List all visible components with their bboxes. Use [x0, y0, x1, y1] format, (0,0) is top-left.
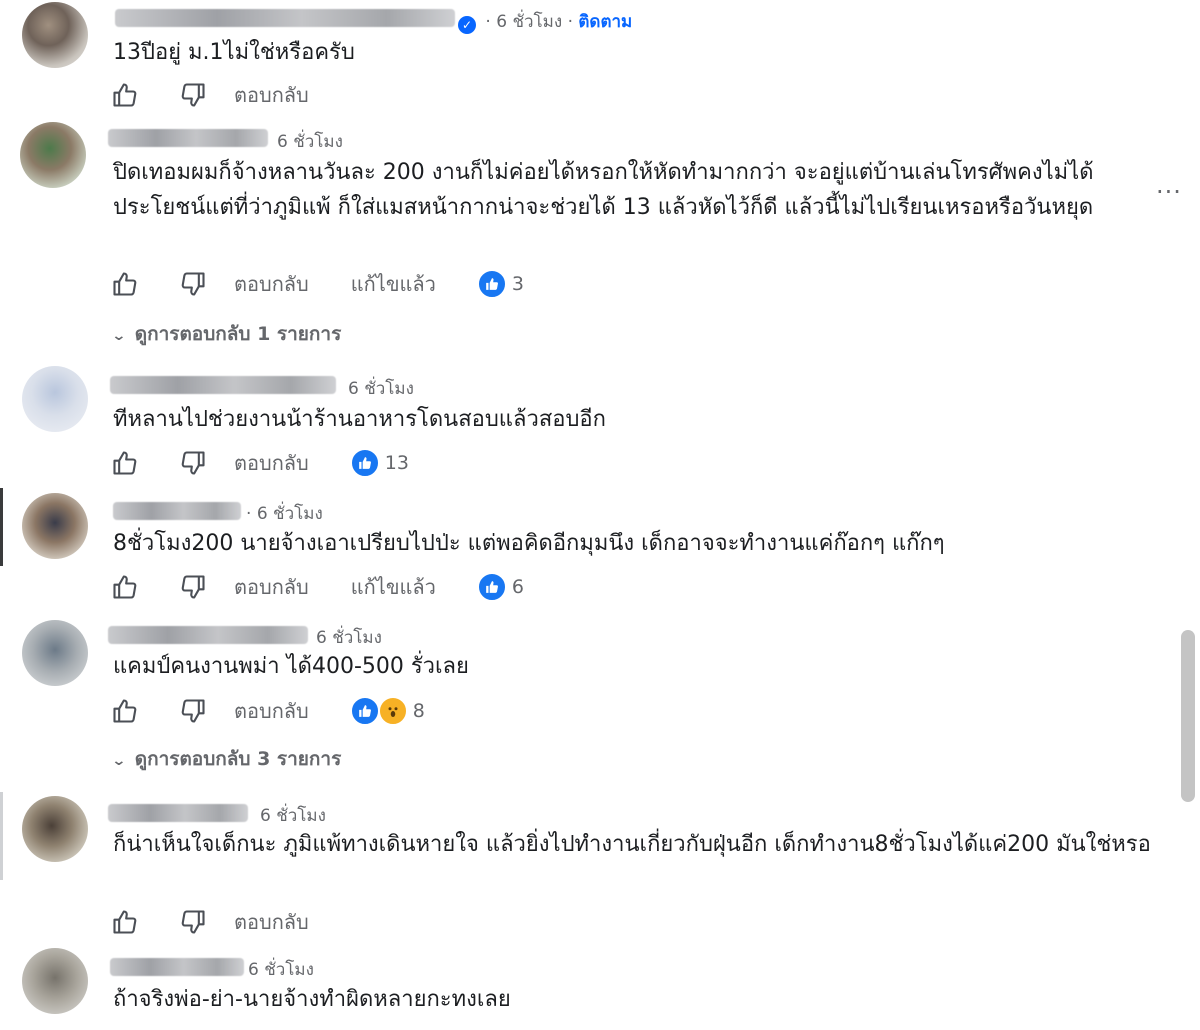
comment-text: ถ้าจริงพ่อ-ย่า-นายจ้างทำผิดหลายกะทงเลย	[113, 987, 511, 1012]
separator-dot: ·	[567, 12, 579, 32]
avatar[interactable]	[22, 948, 88, 1014]
comment-meta: · 6 ชั่วโมง	[246, 500, 323, 527]
reaction-summary[interactable]: 8	[350, 697, 425, 725]
reaction-count: 6	[511, 576, 524, 598]
thumbs-up-icon[interactable]	[110, 907, 140, 937]
comment-actions: ตอบกลับ แก้ไขแล้ว 3	[110, 269, 524, 299]
comment-meta: 6 ชั่วโมง	[248, 956, 314, 983]
comment-text: 8ชั่วโมง200 นายจ้างเอาเปรียบไปป่ะ แต่พอค…	[113, 531, 945, 556]
reaction-summary[interactable]: 6	[477, 573, 524, 601]
thumbs-down-icon[interactable]	[178, 448, 208, 478]
comment-text: ปิดเทอมผมก็จ้างหลานวันละ 200 งานก็ไม่ค่อ…	[113, 160, 1094, 220]
comment-actions: ตอบกลับ	[110, 907, 351, 937]
reply-button[interactable]: ตอบกลับ	[234, 447, 309, 479]
thread-indicator	[0, 488, 3, 566]
comment-meta: 6 ชั่วโมง	[348, 375, 414, 402]
avatar[interactable]	[22, 796, 88, 862]
thumbs-up-icon[interactable]	[110, 572, 140, 602]
avatar[interactable]	[22, 366, 88, 432]
like-reaction-icon	[350, 697, 379, 725]
reaction-summary[interactable]: 13	[350, 449, 409, 477]
reply-button[interactable]: ตอบกลับ	[234, 906, 309, 938]
view-replies-label: ดูการตอบกลับ 1 รายการ	[134, 323, 342, 345]
view-replies-link[interactable]: ⌄ ดูการตอบกลับ 3 รายการ	[111, 744, 342, 774]
reply-button[interactable]: ตอบกลับ	[234, 268, 309, 300]
comment-time[interactable]: 6 ชั่วโมง	[260, 806, 326, 826]
comment-meta: 6 ชั่วโมง	[260, 802, 326, 829]
thumbs-up-icon[interactable]	[110, 448, 140, 478]
verified-badge-icon: ✓	[458, 16, 476, 34]
like-reaction-icon	[477, 270, 506, 298]
comment-time[interactable]: 6 ชั่วโมง	[348, 379, 414, 399]
comment-actions: ตอบกลับ 13	[110, 448, 409, 478]
comment-actions: ตอบกลับ	[110, 80, 351, 110]
reaction-count: 3	[511, 273, 524, 295]
comment-text: ก็น่าเห็นใจเด็กนะ ภูมิแพ้ทางเดินหายใจ แล…	[113, 832, 1151, 857]
thumbs-up-icon[interactable]	[110, 80, 140, 110]
author-name-blurred[interactable]	[110, 958, 244, 976]
thumbs-down-icon[interactable]	[178, 907, 208, 937]
comment-actions: ตอบกลับ 8	[110, 696, 425, 726]
comment-meta: 6 ชั่วโมง	[316, 624, 382, 651]
comment-meta: 6 ชั่วโมง	[277, 128, 343, 155]
reply-button[interactable]: ตอบกลับ	[234, 695, 309, 727]
thumbs-down-icon[interactable]	[178, 572, 208, 602]
author-name-blurred[interactable]	[108, 804, 248, 822]
comment-time[interactable]: 6 ชั่วโมง	[496, 12, 562, 32]
author-name-blurred[interactable]	[108, 626, 308, 644]
reply-button[interactable]: ตอบกลับ	[234, 571, 309, 603]
author-name-blurred[interactable]	[110, 376, 336, 394]
edited-label[interactable]: แก้ไขแล้ว	[351, 571, 436, 603]
scrollbar-thumb[interactable]	[1181, 630, 1195, 802]
reply-button[interactable]: ตอบกลับ	[234, 79, 309, 111]
comment-meta: ✓ · 6 ชั่วโมง · ติดตาม	[458, 8, 632, 35]
follow-button[interactable]: ติดตาม	[578, 12, 632, 32]
separator-dot: ·	[485, 12, 497, 32]
thumbs-up-icon[interactable]	[110, 269, 140, 299]
more-options-button[interactable]: ···	[1156, 178, 1182, 206]
view-replies-label: ดูการตอบกลับ 3 รายการ	[134, 748, 342, 770]
separator-dot: ·	[246, 504, 257, 524]
chevron-down-icon: ⌄	[111, 328, 127, 344]
thumbs-down-icon[interactable]	[178, 80, 208, 110]
comment-text: 13ปีอยู่ ม.1ไม่ใช่หรือครับ	[113, 40, 355, 65]
reaction-count: 8	[412, 700, 425, 722]
thumbs-down-icon[interactable]	[178, 269, 208, 299]
author-name-blurred[interactable]	[108, 129, 268, 147]
comment-time[interactable]: 6 ชั่วโมง	[257, 504, 323, 524]
like-reaction-icon	[350, 449, 379, 477]
avatar[interactable]	[22, 2, 88, 68]
reaction-summary[interactable]: 3	[477, 270, 524, 298]
avatar[interactable]	[22, 493, 88, 559]
comment-text: ทีหลานไปช่วยงานน้าร้านอาหารโดนสอบแล้วสอบ…	[113, 407, 606, 432]
comment-time[interactable]: 6 ชั่วโมง	[316, 628, 382, 648]
view-replies-link[interactable]: ⌄ ดูการตอบกลับ 1 รายการ	[111, 319, 342, 349]
comment-time[interactable]: 6 ชั่วโมง	[277, 132, 343, 152]
author-name-blurred[interactable]	[113, 502, 241, 520]
thread-indicator-light	[0, 792, 3, 880]
reaction-count: 13	[384, 452, 409, 474]
avatar[interactable]	[20, 122, 86, 188]
comment-actions: ตอบกลับ แก้ไขแล้ว 6	[110, 572, 524, 602]
like-reaction-icon	[477, 573, 506, 601]
thumbs-up-icon[interactable]	[110, 696, 140, 726]
thumbs-down-icon[interactable]	[178, 696, 208, 726]
edited-label[interactable]: แก้ไขแล้ว	[351, 268, 436, 300]
chevron-down-icon: ⌄	[111, 753, 127, 769]
comment-time[interactable]: 6 ชั่วโมง	[248, 960, 314, 980]
comment-text: แคมป์คนงานพม่า ได้400-500 รั่วเลย	[113, 654, 469, 679]
avatar[interactable]	[22, 620, 88, 686]
author-name-blurred[interactable]	[115, 9, 455, 27]
wow-reaction-icon	[378, 697, 407, 725]
